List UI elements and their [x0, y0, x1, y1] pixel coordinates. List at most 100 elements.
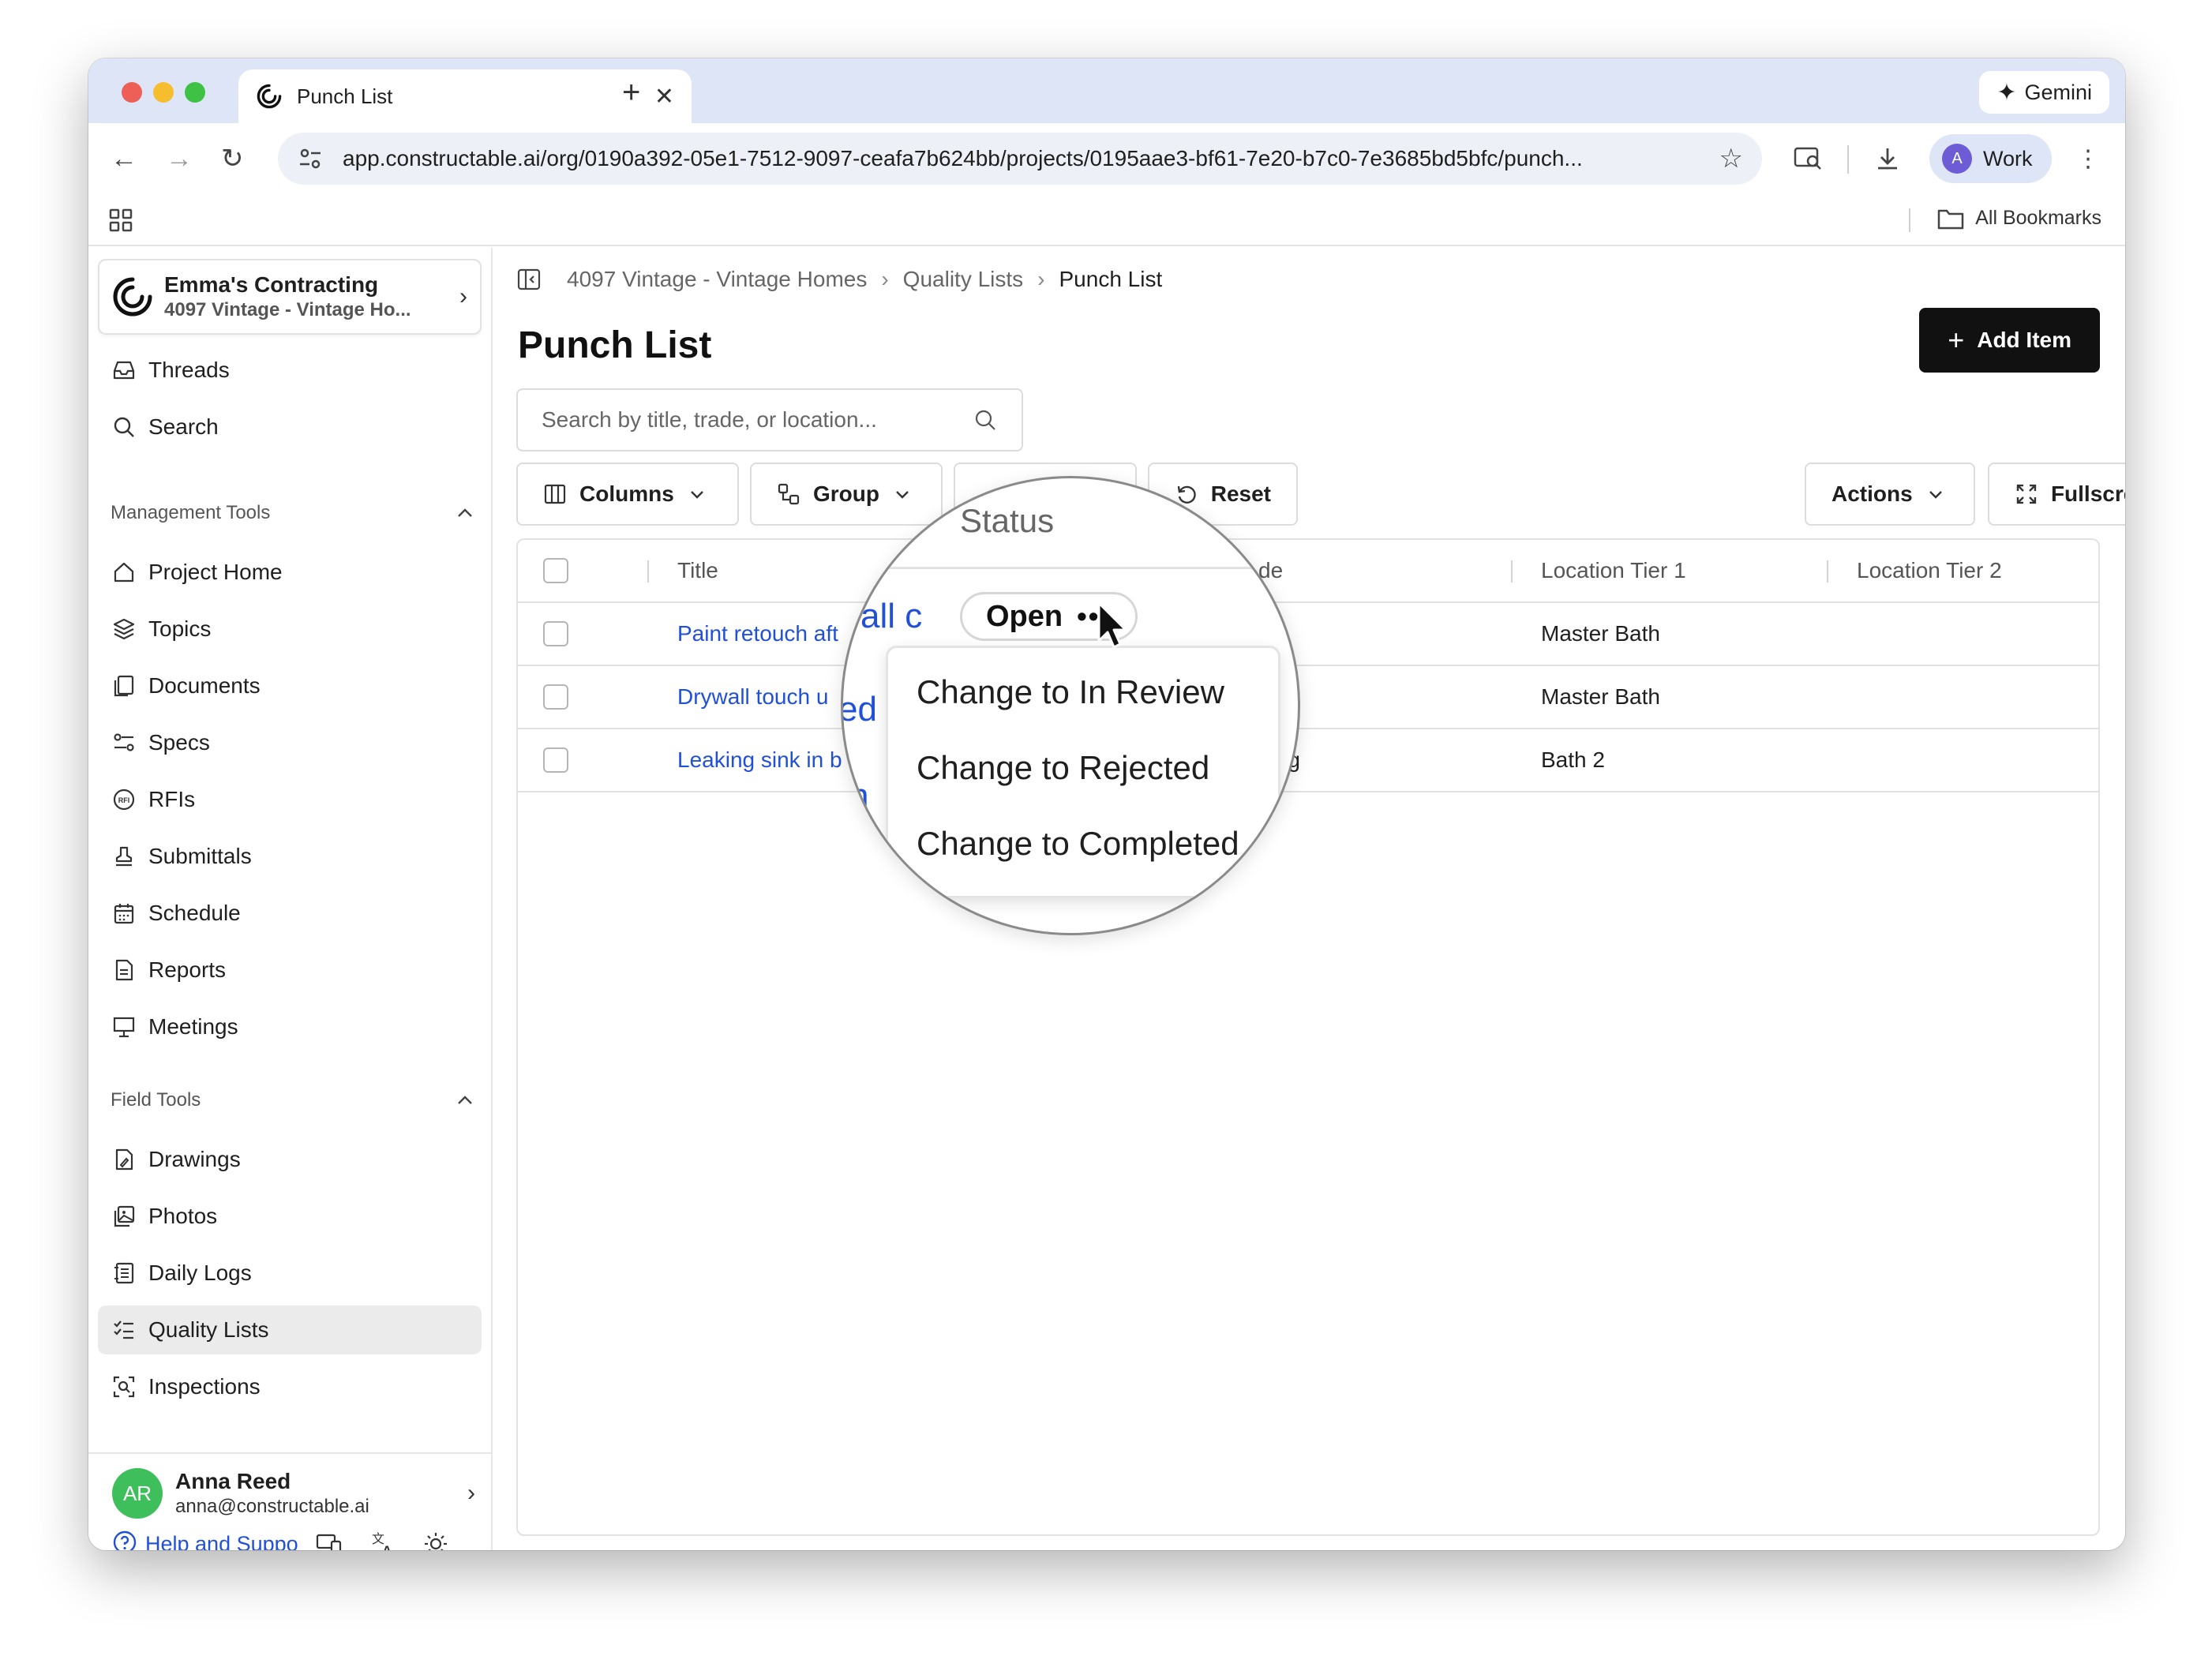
site-settings-icon[interactable] [297, 145, 324, 172]
org-logo-icon [113, 277, 152, 317]
field-tools-header[interactable]: Field Tools [111, 1086, 474, 1114]
search-field[interactable] [516, 388, 1023, 451]
status-value: Open [986, 599, 1063, 633]
sidebar-item-search[interactable]: Search [98, 403, 482, 451]
sidebar-collapse-icon[interactable] [516, 267, 542, 292]
sidebar-footer: AR Anna Reed anna@constructable.ai › Hel… [88, 1452, 491, 1550]
close-window-button[interactable] [122, 82, 142, 103]
management-tools-header[interactable]: Management Tools [111, 499, 474, 527]
row-title-link[interactable]: Drywall touch u [677, 666, 867, 728]
svg-text:A: A [382, 1543, 392, 1550]
bookmarks-bar: All Bookmarks [88, 194, 2125, 246]
sidebar-item-schedule[interactable]: Schedule [98, 889, 482, 938]
header-title[interactable]: Title [677, 540, 718, 601]
devices-icon[interactable] [316, 1529, 343, 1550]
sidebar-item-label: Photos [148, 1204, 218, 1228]
more-vertical-icon[interactable]: ⋮ [2070, 140, 2106, 177]
columns-button[interactable]: Columns [516, 463, 739, 526]
breadcrumb-project[interactable]: 4097 Vintage - Vintage Homes [567, 267, 867, 292]
user-email: anna@constructable.ai [175, 1496, 369, 1517]
sidebar-item-threads[interactable]: Threads [98, 346, 482, 395]
sidebar-item-inspections[interactable]: Inspections [98, 1362, 482, 1411]
help-circle-icon[interactable] [112, 1530, 137, 1550]
row-title-link[interactable]: Leaking sink in b [677, 729, 867, 791]
translate-icon[interactable]: 文A [369, 1529, 396, 1550]
all-bookmarks-label: All Bookmarks [1975, 207, 2101, 229]
org-switcher[interactable]: Emma's Contracting 4097 Vintage - Vintag… [98, 259, 482, 335]
group-button[interactable]: Group [750, 463, 943, 526]
profile-button[interactable]: A Work [1929, 134, 2052, 183]
header-location-tier-1[interactable]: Location Tier 1 [1541, 540, 1686, 601]
sidebar-item-photos[interactable]: Photos [98, 1192, 482, 1241]
select-all-checkbox[interactable] [543, 558, 568, 583]
actions-button[interactable]: Actions [1805, 463, 1975, 526]
sidebar-item-rfis[interactable]: RFI RFIs [98, 775, 482, 824]
new-tab-button[interactable]: + [622, 73, 640, 112]
rfi-icon: RFI [111, 786, 137, 813]
sidebar-item-label: Specs [148, 730, 210, 755]
table-row[interactable]: Leaking sink in b bing Bath 2 [518, 729, 2098, 792]
sidebar-item-meetings[interactable]: Meetings [98, 1002, 482, 1051]
chevron-right-icon: › [467, 1480, 475, 1506]
sidebar-item-drawings[interactable]: Drawings [98, 1135, 482, 1184]
sidebar-item-label: Quality Lists [148, 1317, 269, 1342]
maximize-window-button[interactable] [185, 82, 205, 103]
minimize-window-button[interactable] [153, 82, 174, 103]
search-input[interactable] [542, 407, 973, 433]
sidebar-item-label: Daily Logs [148, 1261, 252, 1285]
forward-arrow-icon[interactable]: → [166, 140, 193, 177]
folder-icon [1937, 209, 1964, 229]
gemini-button[interactable]: ✦ Gemini [1979, 71, 2109, 114]
bookmark-star-icon[interactable]: ☆ [1719, 143, 1743, 174]
sidebar-item-daily-logs[interactable]: Daily Logs [98, 1249, 482, 1298]
layers-icon [111, 616, 137, 642]
sun-icon[interactable] [422, 1529, 450, 1550]
table-row[interactable]: Drywall touch u ll Master Bath [518, 666, 2098, 729]
apps-grid-icon[interactable] [107, 207, 134, 234]
status-change-menu: Change to In Review Change to Rejected C… [886, 646, 1280, 898]
column-resizer[interactable] [1511, 560, 1513, 583]
chevron-down-icon [896, 491, 909, 499]
row-checkbox[interactable] [543, 621, 568, 646]
help-support-link[interactable]: Help and Suppo [145, 1532, 298, 1551]
header-location-tier-2[interactable]: Location Tier 2 [1857, 540, 2002, 601]
sidebar-item-reports[interactable]: Reports [98, 946, 482, 995]
column-resizer[interactable] [647, 560, 649, 583]
svg-text:RFI: RFI [118, 796, 130, 804]
chevron-right-icon: › [459, 283, 467, 309]
user-menu[interactable]: AR Anna Reed anna@constructable.ai › [112, 1462, 475, 1525]
fullscreen-button[interactable]: Fullscreen [1988, 463, 2125, 526]
sidebar-item-label: Project Home [148, 560, 283, 584]
group-label: Group [813, 481, 879, 506]
lens-search-icon[interactable] [1790, 140, 1827, 177]
column-resizer[interactable] [1827, 560, 1828, 583]
table-row[interactable]: Paint retouch aft ng Master Bath [518, 603, 2098, 666]
sidebar-item-specs[interactable]: Specs [98, 718, 482, 767]
menu-item-completed[interactable]: Change to Completed [917, 825, 1239, 863]
address-bar[interactable]: app.constructable.ai/org/0190a392-05e1-7… [278, 133, 1762, 185]
sidebar-item-label: Inspections [148, 1374, 261, 1399]
sidebar-item-documents[interactable]: Documents [98, 661, 482, 710]
row-checkbox[interactable] [543, 747, 568, 773]
sidebar-item-topics[interactable]: Topics [98, 605, 482, 654]
tab-close-icon[interactable]: ✕ [654, 83, 674, 111]
reload-icon[interactable]: ↻ [221, 140, 244, 177]
breadcrumb-quality-lists[interactable]: Quality Lists [903, 267, 1024, 292]
toolbar-separator [1847, 145, 1849, 174]
all-bookmarks-button[interactable]: All Bookmarks [1937, 207, 2101, 230]
back-arrow-icon[interactable]: ← [111, 140, 137, 177]
sidebar-item-submittals[interactable]: Submittals [98, 832, 482, 881]
profile-label: Work [1983, 146, 2033, 170]
inspection-icon [111, 1373, 137, 1400]
menu-item-in-review[interactable]: Change to In Review [917, 673, 1224, 711]
sidebar-item-label: Submittals [148, 844, 252, 868]
logbook-icon [111, 1260, 137, 1287]
add-item-button[interactable]: + Add Item [1919, 308, 2100, 373]
sidebar-item-quality-lists[interactable]: Quality Lists [98, 1306, 482, 1354]
menu-item-rejected[interactable]: Change to Rejected [917, 749, 1209, 787]
section-label: Field Tools [111, 1089, 201, 1111]
row-checkbox[interactable] [543, 684, 568, 710]
download-icon[interactable] [1869, 140, 1906, 177]
row-title-link[interactable]: Paint retouch aft [677, 603, 867, 665]
sidebar-item-project-home[interactable]: Project Home [98, 548, 482, 597]
